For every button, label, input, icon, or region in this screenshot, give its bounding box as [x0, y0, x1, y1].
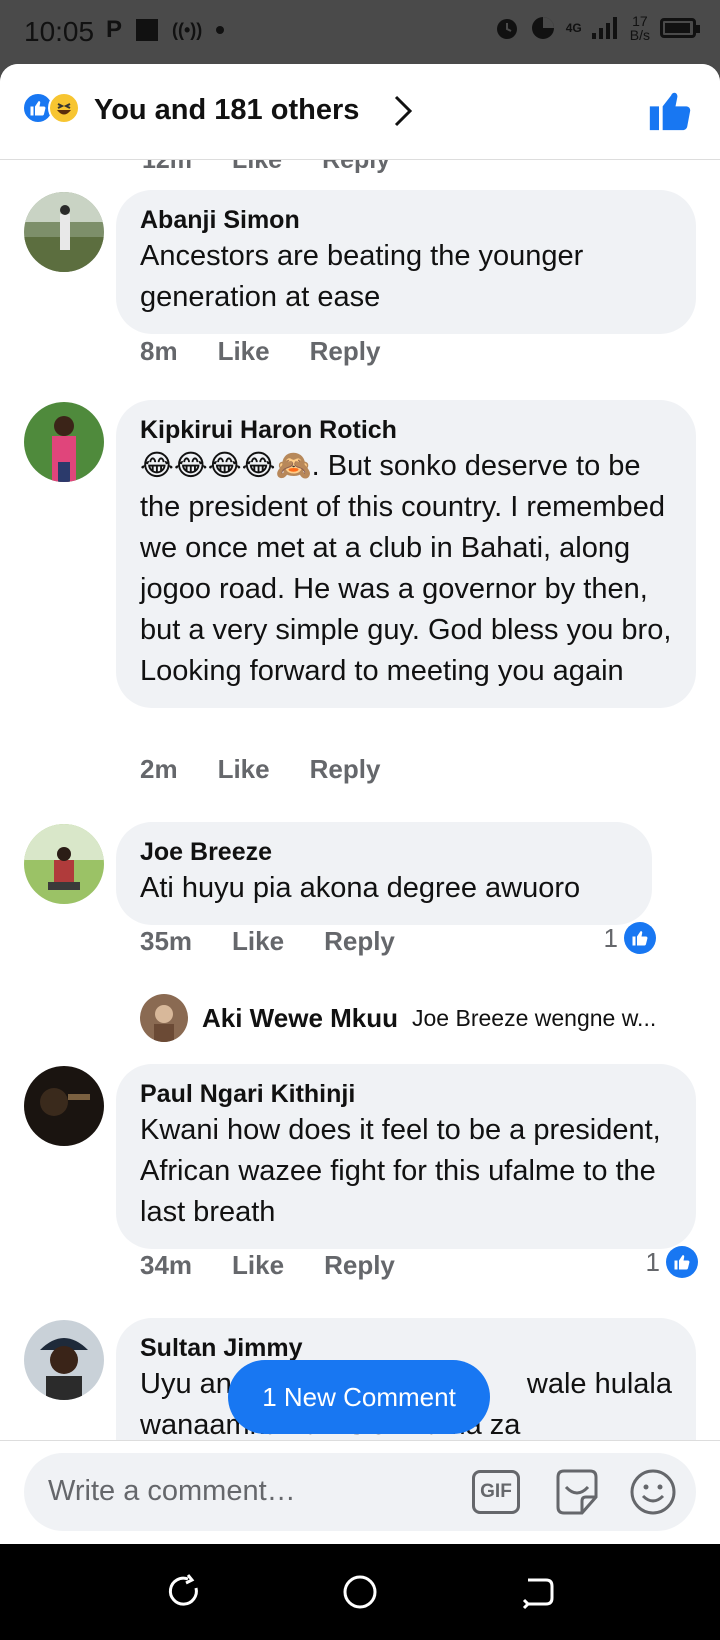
system-navigation-bar — [0, 1544, 720, 1640]
avatar[interactable] — [24, 1066, 104, 1146]
battery-icon — [660, 18, 700, 38]
avatar[interactable] — [24, 192, 104, 272]
network-speed-unit: B/s — [629, 27, 650, 43]
recent-apps-icon[interactable] — [166, 1574, 202, 1610]
comment-like-count[interactable]: 1 — [604, 922, 656, 954]
comment-composer: Write a comment… GIF — [0, 1440, 720, 1544]
more-notifications-dot-icon — [216, 26, 225, 34]
comment-like-count[interactable]: 1 — [646, 1246, 698, 1278]
comment-input[interactable]: Write a comment… GIF — [24, 1453, 696, 1531]
comment-bubble[interactable]: Abanji Simon Ancestors are beating the y… — [116, 190, 696, 334]
like-link[interactable]: Like — [218, 336, 270, 367]
hotspot-icon: ((•)) — [172, 19, 203, 40]
comment-meta: 35m Like Reply — [140, 926, 395, 957]
comment-text: Ancestors are beating the younger genera… — [140, 240, 584, 313]
reactions-summary-text[interactable]: You and 181 others — [94, 94, 359, 127]
comment-input-placeholder: Write a comment… — [48, 1475, 296, 1507]
comment-text-block: 😂😂😂😂🙈. But sonko deserve to be the presi… — [140, 446, 672, 692]
reply-author-name[interactable]: Aki Wewe Mkuu — [202, 1003, 398, 1034]
avatar[interactable] — [24, 824, 104, 904]
reply-link[interactable]: Reply — [324, 1250, 395, 1281]
like-count-value: 1 — [603, 922, 618, 953]
reply-avatar[interactable] — [140, 994, 188, 1042]
like-link[interactable]: Like — [218, 754, 270, 785]
back-icon[interactable] — [520, 1574, 556, 1610]
like-count-value: 1 — [645, 1246, 660, 1277]
comment-time: 12m — [142, 160, 193, 174]
network-speed-value: 17 — [632, 13, 648, 29]
status-time: 10:05 — [24, 16, 95, 47]
comment-meta: 34m Like Reply — [140, 1250, 395, 1281]
data-saver-icon — [531, 17, 554, 39]
chevron-right-icon[interactable] — [392, 94, 414, 128]
reply-link[interactable]: Reply — [310, 336, 381, 367]
like-badge-icon — [666, 1246, 698, 1278]
comment-text: Ati huyu pia akona degree awuoro — [140, 872, 581, 904]
status-bar: 10:05 P ((•)) 4G 17 B/s — [0, 0, 720, 64]
haha-reaction-icon — [48, 92, 80, 124]
comment-time: 8m — [140, 336, 178, 366]
alarm-icon — [496, 19, 517, 39]
comments-list: 12m Like Reply Abanji Simon Ancestors ar… — [0, 160, 720, 1440]
reply-text: Joe Breeze wengne w... — [412, 1004, 657, 1031]
reply-link[interactable]: Reply — [322, 160, 390, 175]
comment-time: 34m — [140, 1250, 193, 1280]
emoji-icon[interactable] — [628, 1467, 678, 1517]
comment-emoji: 😂😂😂😂🙈 — [140, 450, 312, 482]
p-app-icon: P — [106, 16, 123, 43]
comment-bubble[interactable]: Kipkirui Haron Rotich 😂😂😂😂🙈. But sonko d… — [116, 400, 696, 708]
network-speed: 17 B/s — [630, 14, 650, 42]
avatar[interactable] — [24, 402, 104, 482]
commenter-name[interactable]: Kipkirui Haron Rotich — [140, 414, 672, 446]
comment-text-left: Uyu an — [140, 1368, 232, 1400]
comment-text: Kwani how does it feel to be a president… — [140, 1114, 661, 1228]
signal-4g-icon: 4G — [565, 21, 582, 35]
like-thumb-icon[interactable] — [648, 88, 692, 132]
like-link[interactable]: Like — [232, 160, 282, 175]
comment-bubble[interactable]: Paul Ngari Kithinji Kwani how does it fe… — [116, 1064, 696, 1249]
reply-link[interactable]: Reply — [310, 754, 381, 785]
reaction-icons — [22, 92, 80, 124]
signal-bars-icon — [591, 17, 617, 39]
commenter-name[interactable]: Abanji Simon — [140, 204, 672, 236]
new-comment-button[interactable]: 1 New Comment — [228, 1360, 490, 1434]
comment-meta: 2m Like Reply — [140, 754, 380, 785]
comment-text: . But sonko deserve to be the president … — [140, 450, 672, 687]
reply-preview[interactable]: Aki Wewe Mkuu Joe Breeze wengne w... — [140, 994, 656, 1042]
comment-text-right: wale hulala — [526, 1368, 672, 1400]
like-link[interactable]: Like — [232, 926, 284, 957]
commenter-name[interactable]: Paul Ngari Kithinji — [140, 1078, 672, 1110]
commenter-name[interactable]: Joe Breeze — [140, 836, 628, 868]
status-right-icons: 4G 17 B/s — [494, 14, 700, 42]
sticker-icon[interactable] — [552, 1467, 602, 1517]
status-left-icons: P ((•)) — [106, 16, 225, 44]
comments-sheet: You and 181 others 12m Like Reply Abanji… — [0, 64, 720, 1544]
home-icon[interactable] — [342, 1574, 378, 1610]
like-badge-icon — [624, 922, 656, 954]
gif-button[interactable]: GIF — [472, 1470, 520, 1514]
previous-comment-meta: 12m Like Reply — [142, 160, 390, 175]
reactions-header[interactable]: You and 181 others — [0, 64, 720, 160]
comment-meta: 8m Like Reply — [140, 336, 380, 367]
comment-time: 2m — [140, 754, 178, 784]
avatar[interactable] — [24, 1320, 104, 1400]
comment-time: 35m — [140, 926, 193, 956]
like-link[interactable]: Like — [232, 1250, 284, 1281]
comment-bubble[interactable]: Joe Breeze Ati huyu pia akona degree awu… — [116, 822, 652, 925]
reply-link[interactable]: Reply — [324, 926, 395, 957]
notification-square-icon — [136, 19, 159, 41]
